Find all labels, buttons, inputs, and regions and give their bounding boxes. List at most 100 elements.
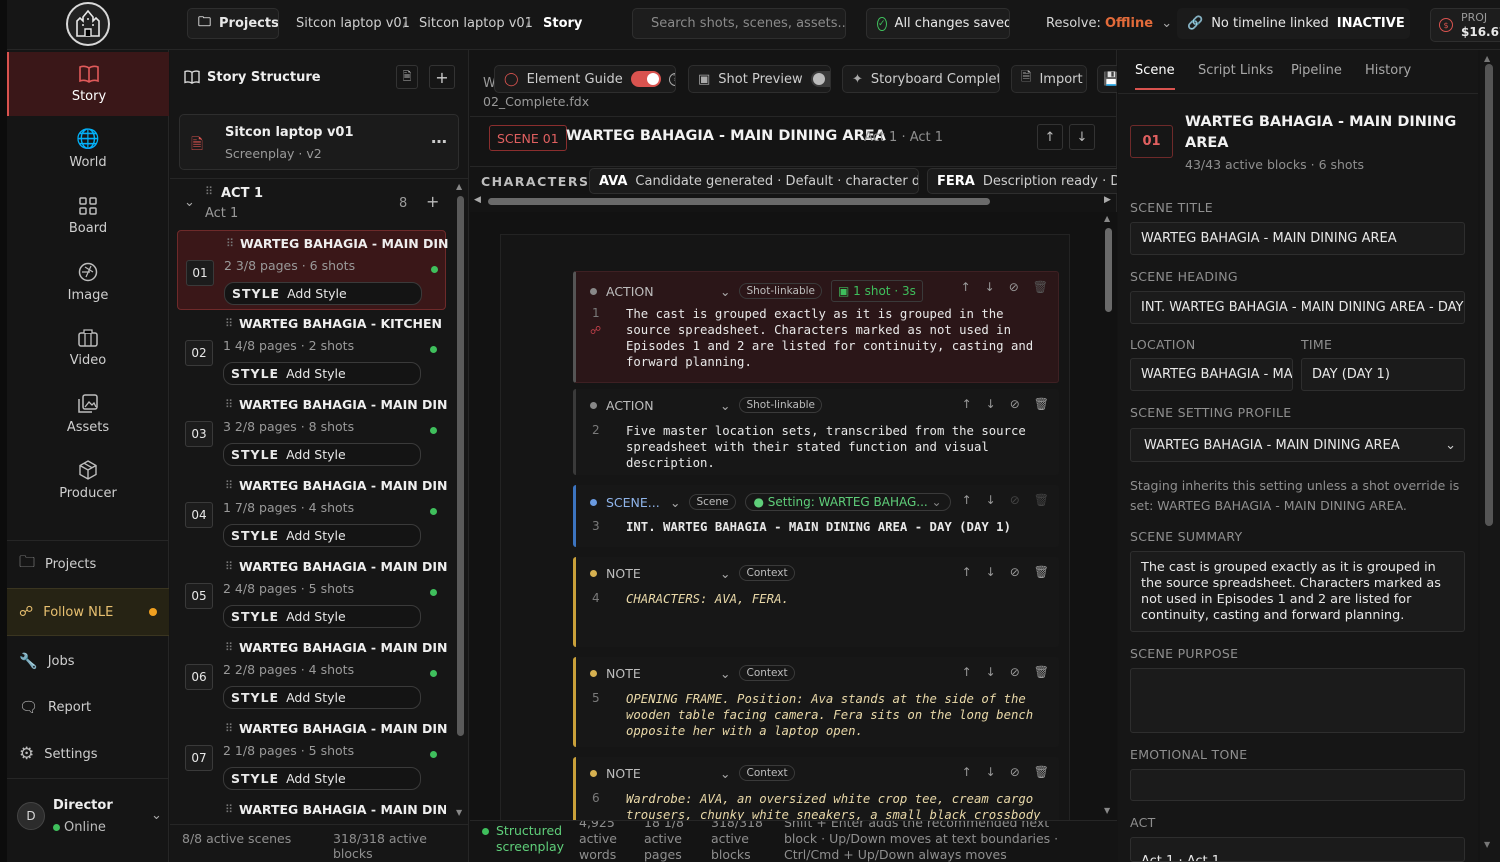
move-down-icon[interactable]: ↓: [985, 280, 995, 294]
user-menu[interactable]: D Director Online ⌄: [7, 788, 169, 848]
scroll-down-arrow[interactable]: ▼: [456, 808, 462, 817]
hide-icon[interactable]: ⊘: [1009, 280, 1019, 294]
rail-link-settings[interactable]: ⚙ Settings: [7, 732, 169, 776]
breadcrumb-project[interactable]: Sitcon laptop v01: [296, 16, 410, 31]
script-block-note[interactable]: NOTE ⌄ Context ↑ ↓ ⊘ 🗑 5 OPENING FRAME. Pos…: [573, 657, 1059, 747]
chevron-down-icon[interactable]: ⌄: [720, 284, 730, 299]
setting-profile-select[interactable]: WARTEG BAHAGIA - MAIN DINING AREA ⌄: [1130, 428, 1465, 462]
block-type[interactable]: ACTION: [606, 284, 711, 299]
script-block-note[interactable]: NOTE ⌄ Context ↑ ↓ ⊘ 🗑 4 CHARACTERS: AVA, F…: [573, 557, 1059, 647]
trash-icon[interactable]: 🗑: [1033, 280, 1048, 294]
drag-handle-icon[interactable]: ⠿: [226, 237, 234, 250]
move-up-icon[interactable]: ↑: [962, 765, 972, 779]
block-type[interactable]: NOTE: [606, 766, 711, 781]
scroll-down-arrow[interactable]: ▼: [1484, 840, 1490, 849]
inspector-scrollbar[interactable]: ▲ ▼: [1480, 50, 1500, 862]
scene-title-field[interactable]: WARTEG BAHAGIA - MAIN DINING AREA: [1130, 222, 1465, 255]
resolve-status-dropdown[interactable]: Resolve: Offline ⌄: [1046, 16, 1172, 31]
scroll-right-arrow[interactable]: ▶: [1104, 195, 1111, 205]
chevron-down-icon[interactable]: ⌄: [184, 195, 195, 210]
trash-icon[interactable]: 🗑: [1034, 565, 1049, 579]
scrollbar-thumb[interactable]: [1485, 64, 1493, 526]
drag-handle-icon[interactable]: ⠿: [225, 560, 233, 573]
character-strip-scrollbar[interactable]: ◀ ▶: [472, 195, 1115, 208]
scroll-up-arrow[interactable]: ▲: [1484, 54, 1490, 63]
block-type[interactable]: NOTE: [606, 666, 711, 681]
move-up-icon[interactable]: ↑: [962, 397, 972, 411]
block-text[interactable]: INT. WARTEG BAHAGIA - MAIN DINING AREA -…: [626, 519, 1046, 535]
rail-item-assets[interactable]: Assets: [7, 382, 169, 446]
export-button[interactable]: 💾: [1097, 65, 1117, 93]
previous-scene-button[interactable]: ↑: [1037, 124, 1063, 150]
move-down-icon[interactable]: ↓: [986, 493, 996, 507]
tab-script-links[interactable]: Script Links: [1198, 63, 1273, 78]
scene-card[interactable]: ⠿ WARTEG BAHAGIA - MAIN DIN 01 2 3/8 pag…: [177, 230, 449, 310]
scene-card[interactable]: ⠿ WARTEG BAHAGIA - KITCHEN 02 1 4/8 page…: [177, 311, 446, 391]
app-logo[interactable]: [66, 2, 110, 46]
scroll-down-arrow[interactable]: ▼: [1104, 806, 1110, 815]
hide-icon[interactable]: ⊘: [1010, 765, 1020, 779]
block-text[interactable]: Five master location sets, transcribed f…: [626, 423, 1046, 471]
scrollbar-thumb[interactable]: [488, 198, 990, 205]
chevron-down-icon[interactable]: ⌄: [670, 495, 680, 510]
hide-icon[interactable]: ⊘: [1010, 665, 1020, 679]
next-scene-button[interactable]: ↓: [1069, 124, 1095, 150]
add-style-button[interactable]: STYLE Add Style: [223, 686, 421, 709]
trash-icon[interactable]: 🗑: [1034, 765, 1049, 779]
block-text[interactable]: The cast is grouped exactly as it is gro…: [626, 306, 1046, 370]
move-up-icon[interactable]: ↑: [961, 280, 971, 294]
more-options-button[interactable]: …: [431, 128, 447, 147]
character-chip[interactable]: AVA Candidate generated · Default · char…: [589, 168, 919, 194]
add-style-button[interactable]: STYLE Add Style: [223, 605, 421, 628]
rail-item-video[interactable]: Video: [7, 316, 169, 380]
breadcrumb-screenplay[interactable]: Sitcon laptop v01: [419, 16, 533, 31]
timeline-link-status[interactable]: 🔗 No timeline linked INACTIVE 4: [1177, 8, 1410, 39]
tab-history[interactable]: History: [1365, 63, 1411, 78]
tab-pipeline[interactable]: Pipeline: [1291, 63, 1342, 78]
time-field[interactable]: DAY (DAY 1): [1301, 358, 1465, 391]
projects-button[interactable]: 🗀 Projects: [187, 8, 279, 39]
script-block-note[interactable]: NOTE ⌄ Context ↑ ↓ ⊘ 🗑 6 Wardrobe: AVA, an …: [573, 757, 1059, 820]
add-style-button[interactable]: STYLE Add Style: [223, 362, 421, 385]
add-style-button[interactable]: STYLE Add Style: [223, 524, 421, 547]
block-type[interactable]: SCENE...: [606, 495, 661, 510]
move-down-icon[interactable]: ↓: [986, 665, 996, 679]
rail-item-producer[interactable]: Producer: [7, 448, 169, 512]
drag-handle-icon[interactable]: ⠿: [225, 803, 233, 816]
character-chip[interactable]: FERA Description ready · Defa: [927, 168, 1117, 194]
scrollbar-thumb[interactable]: [1105, 228, 1112, 312]
chevron-down-icon[interactable]: ⌄: [720, 566, 730, 581]
move-down-icon[interactable]: ↓: [986, 397, 996, 411]
chevron-down-icon[interactable]: ⌄: [720, 398, 730, 413]
add-scene-button[interactable]: +: [426, 192, 439, 211]
hide-icon[interactable]: ⊘: [1010, 565, 1020, 579]
block-text[interactable]: CHARACTERS: AVA, FERA.: [626, 591, 1046, 607]
hide-icon[interactable]: ⊘: [1010, 493, 1020, 507]
scene-card[interactable]: ⠿ WARTEG BAHAGIA - MAIN DIN 03 3 2/8 pag…: [177, 392, 448, 472]
script-block-action[interactable]: ACTION ⌄ Shot-linkable ↑ ↓ ⊘ 🗑 2 Five maste…: [573, 389, 1059, 475]
scene-heading-field[interactable]: INT. WARTEG BAHAGIA - MAIN DINING AREA -…: [1130, 291, 1465, 324]
script-block-action[interactable]: ACTION ⌄ Shot-linkable ▣ 1 shot · 3s ↑ ↓ ⊘…: [573, 271, 1059, 383]
rail-item-world[interactable]: 🌐 World: [7, 118, 169, 182]
storyboard-complete-button[interactable]: ✦ Storyboard Complete: [842, 65, 1000, 93]
move-down-icon[interactable]: ↓: [986, 765, 996, 779]
block-type[interactable]: ACTION: [606, 398, 711, 413]
location-field[interactable]: WARTEG BAHAGIA - MAII: [1130, 358, 1293, 391]
drag-handle-icon[interactable]: ⠿: [225, 479, 233, 492]
add-style-button[interactable]: STYLE Add Style: [223, 767, 421, 790]
drag-handle-icon[interactable]: ⠿: [225, 722, 233, 735]
tab-scene[interactable]: Scene: [1135, 63, 1175, 90]
rail-link-follow-nle[interactable]: ☍ Follow NLE: [7, 588, 169, 636]
move-up-icon[interactable]: ↑: [962, 665, 972, 679]
drag-handle-icon[interactable]: ⠿: [225, 398, 233, 411]
scene-card[interactable]: ⠿ WARTEG BAHAGIA - MAIN DIN 07 2 1/8 pag…: [177, 716, 448, 796]
trash-icon[interactable]: 🗑: [1034, 397, 1049, 411]
export-document-button[interactable]: 🗎: [396, 65, 418, 89]
rail-item-board[interactable]: Board: [7, 184, 169, 248]
block-text[interactable]: OPENING FRAME. Position: Ava stands at t…: [626, 691, 1046, 739]
project-card[interactable]: 🗎 Sitcon laptop v01 Screenplay · v2 …: [179, 114, 459, 170]
act-header[interactable]: ⌄ ⠿ ACT 1 Act 1 8 +: [176, 182, 454, 228]
emotional-tone-field[interactable]: [1130, 769, 1465, 801]
scene-card[interactable]: ⠿ WARTEG BAHAGIA - MAIN DIN 05 2 4/8 pag…: [177, 554, 448, 634]
scene-card[interactable]: ⠿ WARTEG BAHAGIA - MAIN DIN 04 1 7/8 pag…: [177, 473, 448, 553]
